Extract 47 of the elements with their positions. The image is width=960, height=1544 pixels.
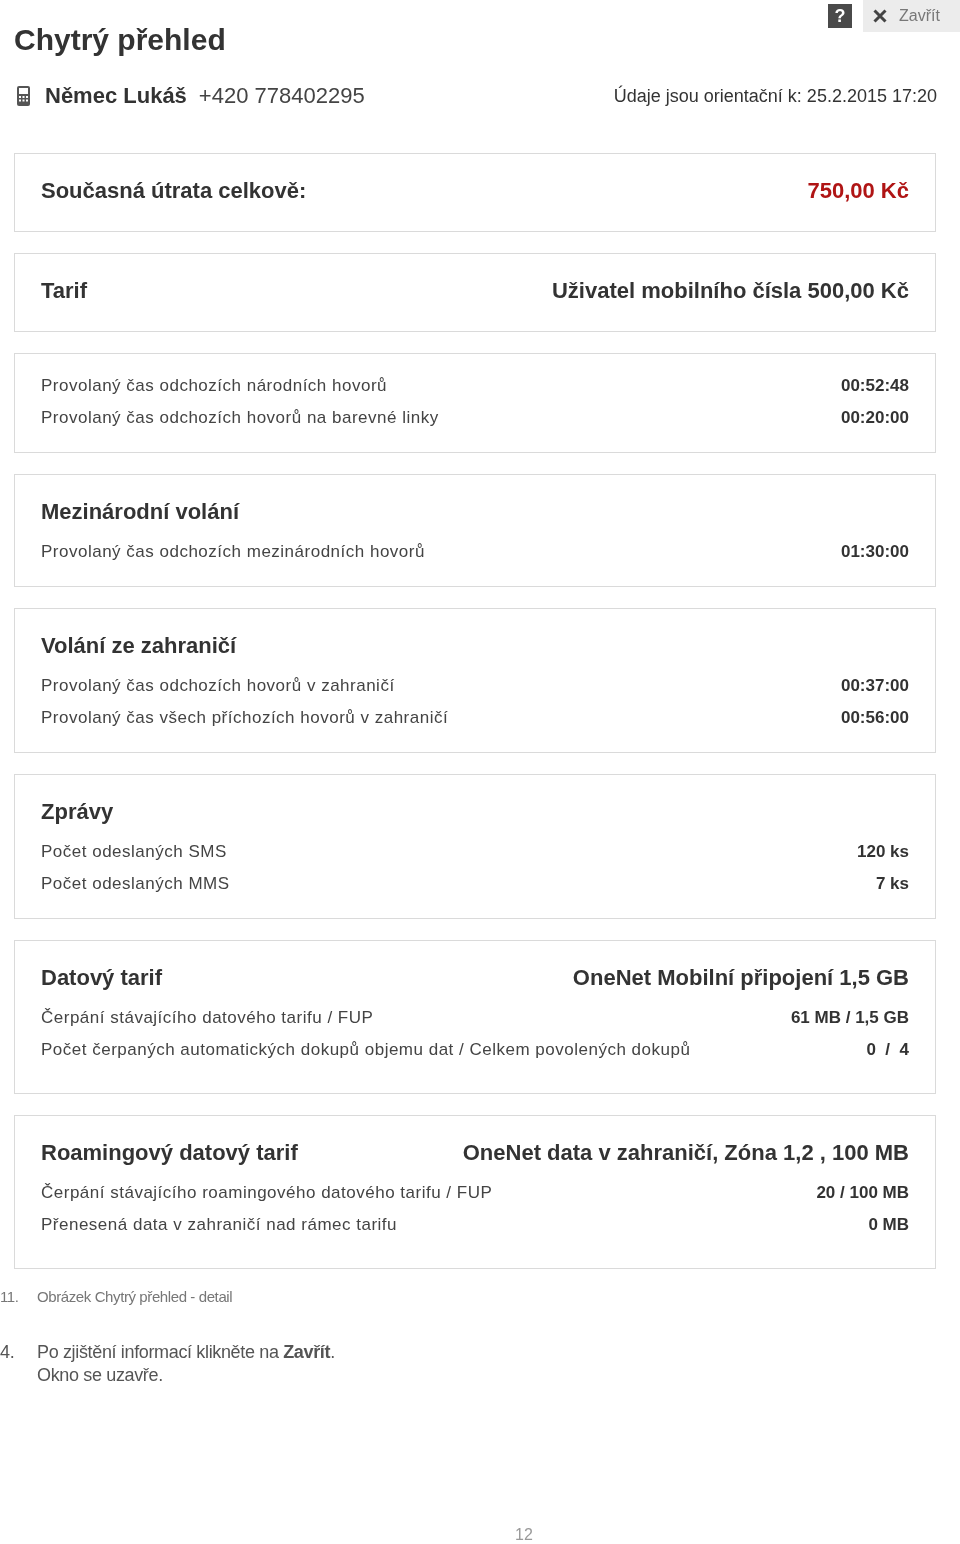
row-value: 00:56:00 [840,707,909,729]
row-label: Počet odeslaných SMS [41,841,227,863]
card-value: OneNet Mobilní připojení 1,5 GB [572,964,909,992]
help-button[interactable]: ? [828,4,852,28]
card-value: Uživatel mobilního čísla 500,00 Kč [551,277,909,305]
row-label: Provolaný čas všech příchozích hovorů v zahraničí [41,707,449,729]
row-value: 120 ks [857,841,909,863]
step-text: Po zjištění informací klikněte na Zavřít. [37,1341,335,1364]
row-value: 20 / 100 MB [816,1182,909,1204]
row-label: Čerpání stávajícího roamingového datového tarifu / FUP [41,1182,493,1204]
row-label: Provolaný čas odchozích hovorů v zahraničí [41,675,395,697]
card-title: Mezinárodní volání [41,498,240,526]
row-label: Provolaný čas odchozích národních hovorů [41,375,388,397]
step-number: 4. [0,1341,15,1364]
row-label: Přenesená data v zahraničí nad rámec tarifu [41,1214,398,1236]
data-timestamp: Údaje jsou orientační k: 25.2.2015 17:20 [613,85,937,107]
page-title: Chytrý přehled [14,22,226,58]
card-value: OneNet data v zahraničí, Zóna 1,2 , 100 MB [462,1139,909,1167]
figure-caption: Obrázek Chytrý přehled - detail [37,1287,233,1307]
row-label: Čerpání stávajícího datového tarifu / FUP [41,1007,374,1029]
close-icon [873,9,887,23]
card-value: 750,00 Kč [807,177,909,205]
step-text: Okno se uzavře. [37,1364,163,1387]
row-label: Provolaný čas odchozích hovorů na barevné linky [41,407,439,429]
close-button[interactable]: Zavřít [863,0,960,32]
card-title: Současná útrata celkově: [41,177,307,205]
row-value: 0 / 4 [866,1039,909,1061]
card-title: Tarif [41,277,88,305]
subscriber-name: Němec Lukáš [45,83,187,109]
row-value: 00:52:48 [840,375,909,397]
row-label: Počet odeslaných MMS [41,873,230,895]
card-title: Volání ze zahraničí [41,632,237,660]
mobile-phone-icon [17,86,30,106]
figure-number: 11. [0,1287,19,1307]
page-number: 12 [515,1526,533,1543]
row-value: 61 MB / 1,5 GB [790,1007,909,1029]
row-label: Počet čerpaných automatických dokupů objemu dat / Celkem povolených dokupů [41,1039,691,1061]
card-title: Roamingový datový tarif [41,1139,298,1167]
row-label: Provolaný čas odchozích mezinárodních hovorů [41,541,425,563]
row-value: 00:37:00 [840,675,909,697]
row-value: 0 MB [868,1214,909,1236]
row-value: 00:20:00 [840,407,909,429]
card-title: Datový tarif [41,964,163,992]
phone-number: +420 778402295 [198,83,365,109]
row-value: 01:30:00 [840,541,909,563]
row-value: 7 ks [875,873,909,895]
card-title: Zprávy [41,798,114,826]
